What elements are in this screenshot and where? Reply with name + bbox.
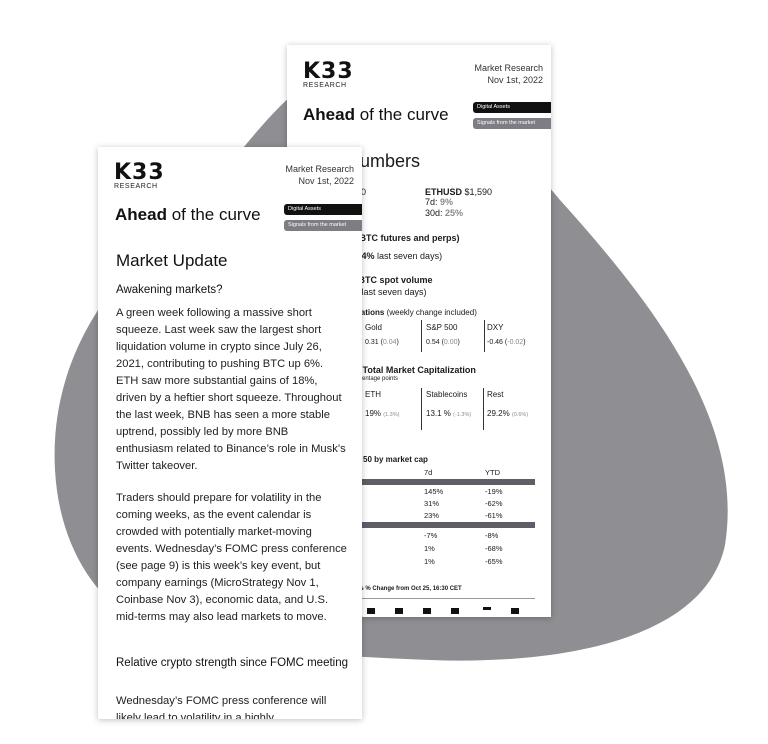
marketcap-note: rcentage points	[357, 376, 399, 382]
perps-bar	[395, 608, 403, 614]
cap-eth-label: ETH	[365, 390, 381, 399]
perps-bar	[423, 608, 431, 614]
body-paragraph-2: Traders should prepare for volatility in…	[116, 492, 347, 623]
eth-price: ETHUSD $1,590	[425, 187, 493, 197]
tagline: Ahead of the curve	[303, 105, 449, 124]
subheading-awakening: Awakening markets?	[116, 284, 223, 296]
pill-digital-assets: Digital Assets	[284, 204, 362, 215]
cap-rest-label: Rest	[487, 390, 504, 399]
page-title: Market Update	[116, 251, 228, 270]
cap-eth-value: 19% (1.3%)	[365, 409, 400, 418]
futures-title: t (BTC futures and perps)	[351, 233, 460, 243]
pill-signals: Signals from the market	[473, 118, 551, 129]
correlations-title: relations (weekly change included)	[351, 308, 477, 317]
perps-bar	[367, 608, 375, 614]
perps-bar	[511, 608, 519, 614]
top50-losers-bar	[351, 522, 535, 528]
perps-bar	[483, 607, 491, 610]
perps-title: erps % Change from Oct 25, 16:30 CET	[351, 586, 462, 592]
k33-logo: K33 RESEARCH	[114, 160, 165, 191]
futures-change: -9.4% last seven days)	[351, 251, 443, 261]
cap-stablecoins-label: Stablecoins	[426, 390, 468, 399]
corr-gold-label: Gold	[365, 323, 382, 332]
corr-sp500-value: 0.54 (0.00)	[426, 339, 460, 346]
k33-logo: K33 RESEARCH	[303, 59, 354, 90]
body-paragraph-3: Wednesday’s FOMC press conference will l…	[116, 695, 327, 719]
top50-title: op 50 by market cap	[351, 455, 428, 464]
eth-7d: 7d: 9%	[425, 197, 454, 207]
subheading-relative-strength: Relative crypto strength since FOMC meet…	[116, 657, 349, 669]
report-header-meta: Market Research Nov 1st, 2022	[285, 164, 354, 186]
front-report-page: K33 RESEARCH Market Research Nov 1st, 20…	[98, 147, 362, 719]
pill-digital-assets: Digital Assets	[473, 102, 551, 113]
cap-rest-value: 29.2% (0.6%)	[487, 409, 529, 418]
perps-bar	[451, 608, 459, 614]
body-paragraph-1: A green week following a massive short s…	[116, 307, 346, 472]
spot-title: y BTC spot volume	[351, 275, 433, 285]
marketcap-title: f Total Market Capitalization	[357, 365, 476, 375]
eth-30d: 30d: 25%	[425, 208, 464, 218]
corr-sp500-label: S&P 500	[426, 323, 458, 332]
report-header-meta: Market Research Nov 1st, 2022	[474, 63, 543, 85]
corr-dxy-label: DXY	[487, 323, 504, 332]
corr-gold-value: 0.31 (0.04)	[365, 339, 399, 346]
top50-gainers-bar	[351, 479, 535, 485]
corr-dxy-value: -0.46 (-0.02)	[487, 339, 526, 346]
cap-stablecoins-value: 13.1 % (-1.3%)	[426, 409, 472, 418]
pill-signals: Signals from the market	[284, 220, 362, 231]
tagline: Ahead of the curve	[115, 205, 261, 224]
spot-text: % last seven days)	[351, 287, 427, 297]
